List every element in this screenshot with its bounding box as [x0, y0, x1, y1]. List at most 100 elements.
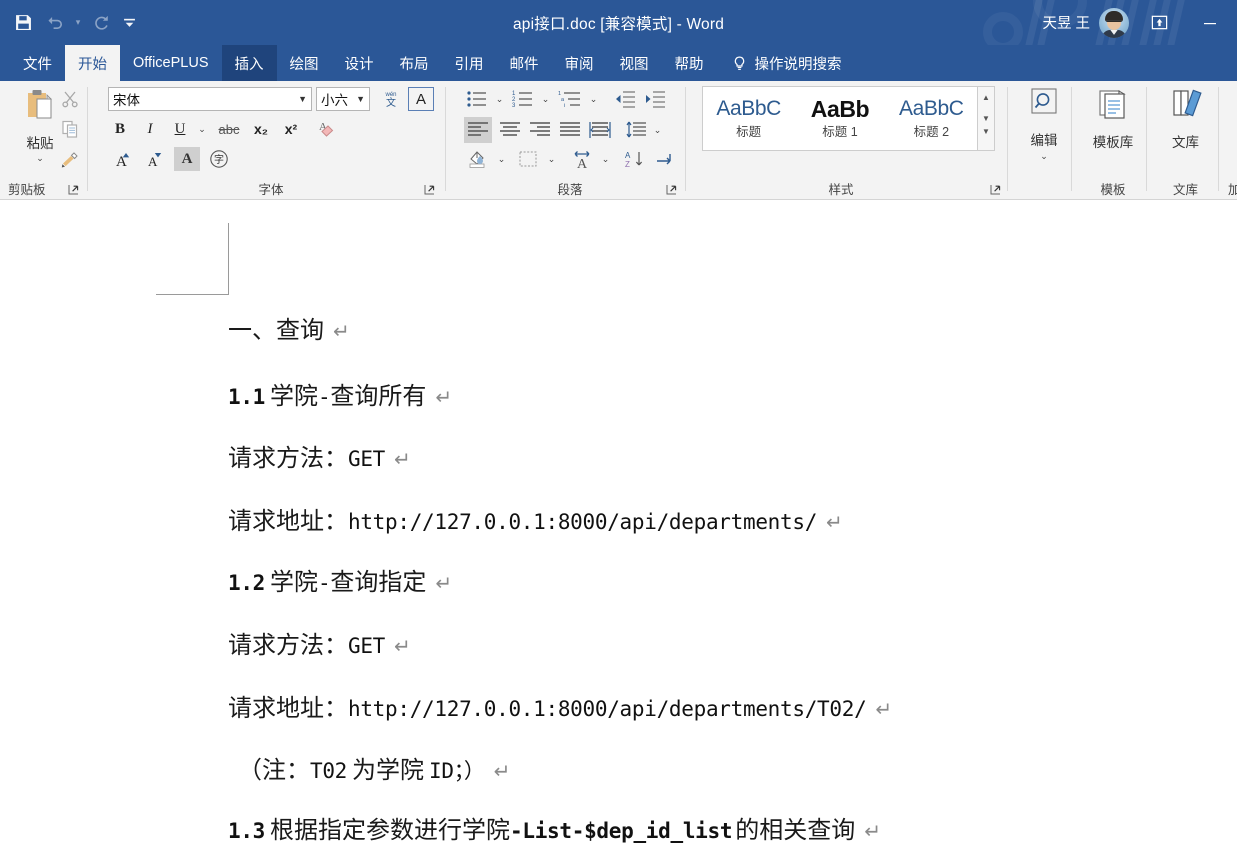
tab-home[interactable]: 开始	[65, 45, 120, 81]
scroll-down-icon[interactable]: ▼	[982, 108, 990, 129]
document-line-heading[interactable]: 一、查询 ↵	[228, 310, 350, 345]
document-line-url-2[interactable]: 请求地址： http://127.0.0.1:8000/api/departme…	[228, 688, 892, 723]
align-center-button[interactable]	[496, 117, 524, 143]
text-effect-button[interactable]: A	[568, 147, 598, 171]
bold-button[interactable]: B	[108, 117, 132, 141]
tab-file[interactable]: 文件	[10, 45, 65, 81]
tab-view[interactable]: 视图	[607, 45, 662, 81]
document-line-url-1[interactable]: 请求地址： http://127.0.0.1:8000/api/departme…	[228, 501, 843, 536]
subscript-button[interactable]: x₂	[248, 117, 274, 141]
document-line-note[interactable]: （注： T02 为学院 ID；） ↵	[238, 750, 510, 785]
tell-me-search[interactable]: 操作说明搜索	[717, 45, 852, 81]
distributed-button[interactable]	[586, 117, 614, 143]
shrink-font-button[interactable]: A	[140, 147, 166, 171]
chevron-down-icon[interactable]: ▼	[298, 94, 307, 104]
document-library-button[interactable]: 文库	[1152, 87, 1219, 151]
tab-officeplus[interactable]: OfficePLUS	[120, 45, 222, 81]
styles-more-icon[interactable]: ▼	[982, 128, 990, 150]
chevron-down-icon[interactable]: ⌄	[1040, 152, 1048, 161]
underline-dropdown-icon[interactable]: ⌄	[194, 117, 210, 141]
tab-mailings[interactable]: 邮件	[497, 45, 552, 81]
text-highlight-button[interactable]: A	[174, 147, 200, 171]
text-effect-dropdown-icon[interactable]: ⌄	[598, 147, 613, 171]
style-item-title[interactable]: AaBbC 标题	[703, 87, 794, 150]
borders-button[interactable]	[514, 147, 542, 171]
document-line-1-3[interactable]: 1.3 根据指定参数进行学院 -List-$dep_id_list 的相关查询 …	[228, 810, 881, 845]
document-line-1-2[interactable]: 1.2 学院 - 查询指定 ↵	[228, 562, 452, 597]
document-line-method-2[interactable]: 请求方法： GET ↵	[228, 625, 411, 660]
margin-corner-marker	[156, 223, 229, 295]
undo-icon[interactable]	[40, 8, 70, 38]
avatar[interactable]	[1099, 7, 1129, 38]
line-spacing-button[interactable]	[622, 117, 650, 143]
ribbon-display-options-icon[interactable]	[1136, 0, 1182, 45]
styles-dialog-launcher[interactable]	[989, 183, 1002, 196]
enclose-characters-button[interactable]: 字	[206, 147, 232, 171]
bullets-dropdown-icon[interactable]: ⌄	[492, 87, 507, 111]
numbering-dropdown-icon[interactable]: ⌄	[538, 87, 553, 111]
grow-font-button[interactable]: A	[108, 147, 134, 171]
template-library-button[interactable]: 模板库	[1079, 87, 1147, 151]
quick-access-toolbar[interactable]: ▾	[8, 0, 140, 45]
chevron-down-icon[interactable]: ▼	[356, 94, 365, 104]
borders-dropdown-icon[interactable]: ⌄	[544, 147, 559, 171]
tab-layout[interactable]: 布局	[387, 45, 442, 81]
font-size-input[interactable]: 小六 ▼	[316, 87, 370, 111]
document-canvas[interactable]: 一、查询 ↵ 1.1 学院 - 查询所有 ↵ 请求方法： GET ↵ 请求地址：…	[0, 200, 1237, 850]
font-dialog-launcher[interactable]	[423, 183, 436, 196]
style-item-heading2[interactable]: AaBbC 标题 2	[886, 87, 977, 150]
minimize-icon[interactable]	[1187, 0, 1233, 45]
multilevel-list-button[interactable]: 1ai	[556, 87, 584, 111]
save-icon[interactable]	[8, 8, 38, 38]
underline-button[interactable]: U	[168, 117, 192, 141]
styles-gallery[interactable]: AaBbC 标题 AaBb 标题 1 AaBbC 标题 2	[702, 86, 978, 151]
decrease-indent-button[interactable]	[612, 87, 638, 111]
clipboard-dialog-launcher[interactable]	[67, 183, 80, 196]
tab-draw[interactable]: 绘图	[277, 45, 332, 81]
multilevel-dropdown-icon[interactable]: ⌄	[586, 87, 601, 111]
shading-dropdown-icon[interactable]: ⌄	[494, 147, 509, 171]
font-name-input[interactable]: 宋体 ▼	[108, 87, 312, 111]
character-border-button[interactable]: A	[408, 87, 434, 111]
line-number: 1.1	[228, 385, 266, 409]
clear-formatting-button[interactable]: A	[310, 117, 338, 141]
increase-indent-button[interactable]	[642, 87, 668, 111]
chevron-down-icon[interactable]: ⌄	[36, 154, 44, 163]
strikethrough-button[interactable]: abc	[214, 117, 244, 141]
tab-review[interactable]: 审阅	[552, 45, 607, 81]
document-line-1-1[interactable]: 1.1 学院 - 查询所有 ↵	[228, 376, 452, 411]
align-right-button[interactable]	[526, 117, 554, 143]
style-item-heading1[interactable]: AaBb 标题 1	[794, 87, 885, 150]
tab-label: 布局	[399, 56, 429, 73]
tab-help[interactable]: 帮助	[662, 45, 717, 81]
format-painter-button[interactable]	[60, 149, 80, 169]
styles-gallery-scrollbar[interactable]: ▲ ▼ ▼	[978, 86, 995, 151]
show-marks-button[interactable]	[652, 147, 678, 171]
line-spacing-dropdown-icon[interactable]: ⌄	[650, 117, 665, 143]
italic-button[interactable]: I	[138, 117, 162, 141]
group-editing: 编辑 ⌄	[1016, 81, 1072, 200]
sort-button[interactable]: AZ	[620, 147, 648, 171]
align-left-button[interactable]	[464, 117, 492, 143]
account-area[interactable]: 天昱 王	[1042, 0, 1129, 45]
paragraph-dialog-launcher[interactable]	[665, 183, 678, 196]
bullets-button[interactable]	[464, 87, 490, 111]
copy-button[interactable]	[60, 119, 80, 139]
scroll-up-icon[interactable]: ▲	[982, 87, 990, 108]
redo-icon[interactable]	[86, 8, 116, 38]
document-line-method-1[interactable]: 请求方法： GET ↵	[228, 438, 411, 473]
phonetic-guide-button[interactable]: wén 文	[378, 87, 404, 111]
ribbon-tabs[interactable]: 文件 开始 OfficePLUS 插入 绘图 设计 布局 引用 邮件 审阅 视图…	[0, 45, 1237, 81]
superscript-button[interactable]: x²	[278, 117, 304, 141]
customize-qat-icon[interactable]	[118, 8, 140, 38]
editing-button[interactable]: 编辑 ⌄	[1016, 87, 1072, 161]
tab-design[interactable]: 设计	[332, 45, 387, 81]
tab-references[interactable]: 引用	[442, 45, 497, 81]
numbering-button[interactable]: 123	[510, 87, 536, 111]
undo-dropdown-icon[interactable]: ▾	[72, 17, 84, 28]
shading-button[interactable]	[464, 147, 492, 171]
tab-insert[interactable]: 插入	[221, 45, 277, 81]
cut-button[interactable]	[60, 89, 80, 109]
group-label-styles: 样式	[828, 183, 854, 197]
justify-button[interactable]	[556, 117, 584, 143]
